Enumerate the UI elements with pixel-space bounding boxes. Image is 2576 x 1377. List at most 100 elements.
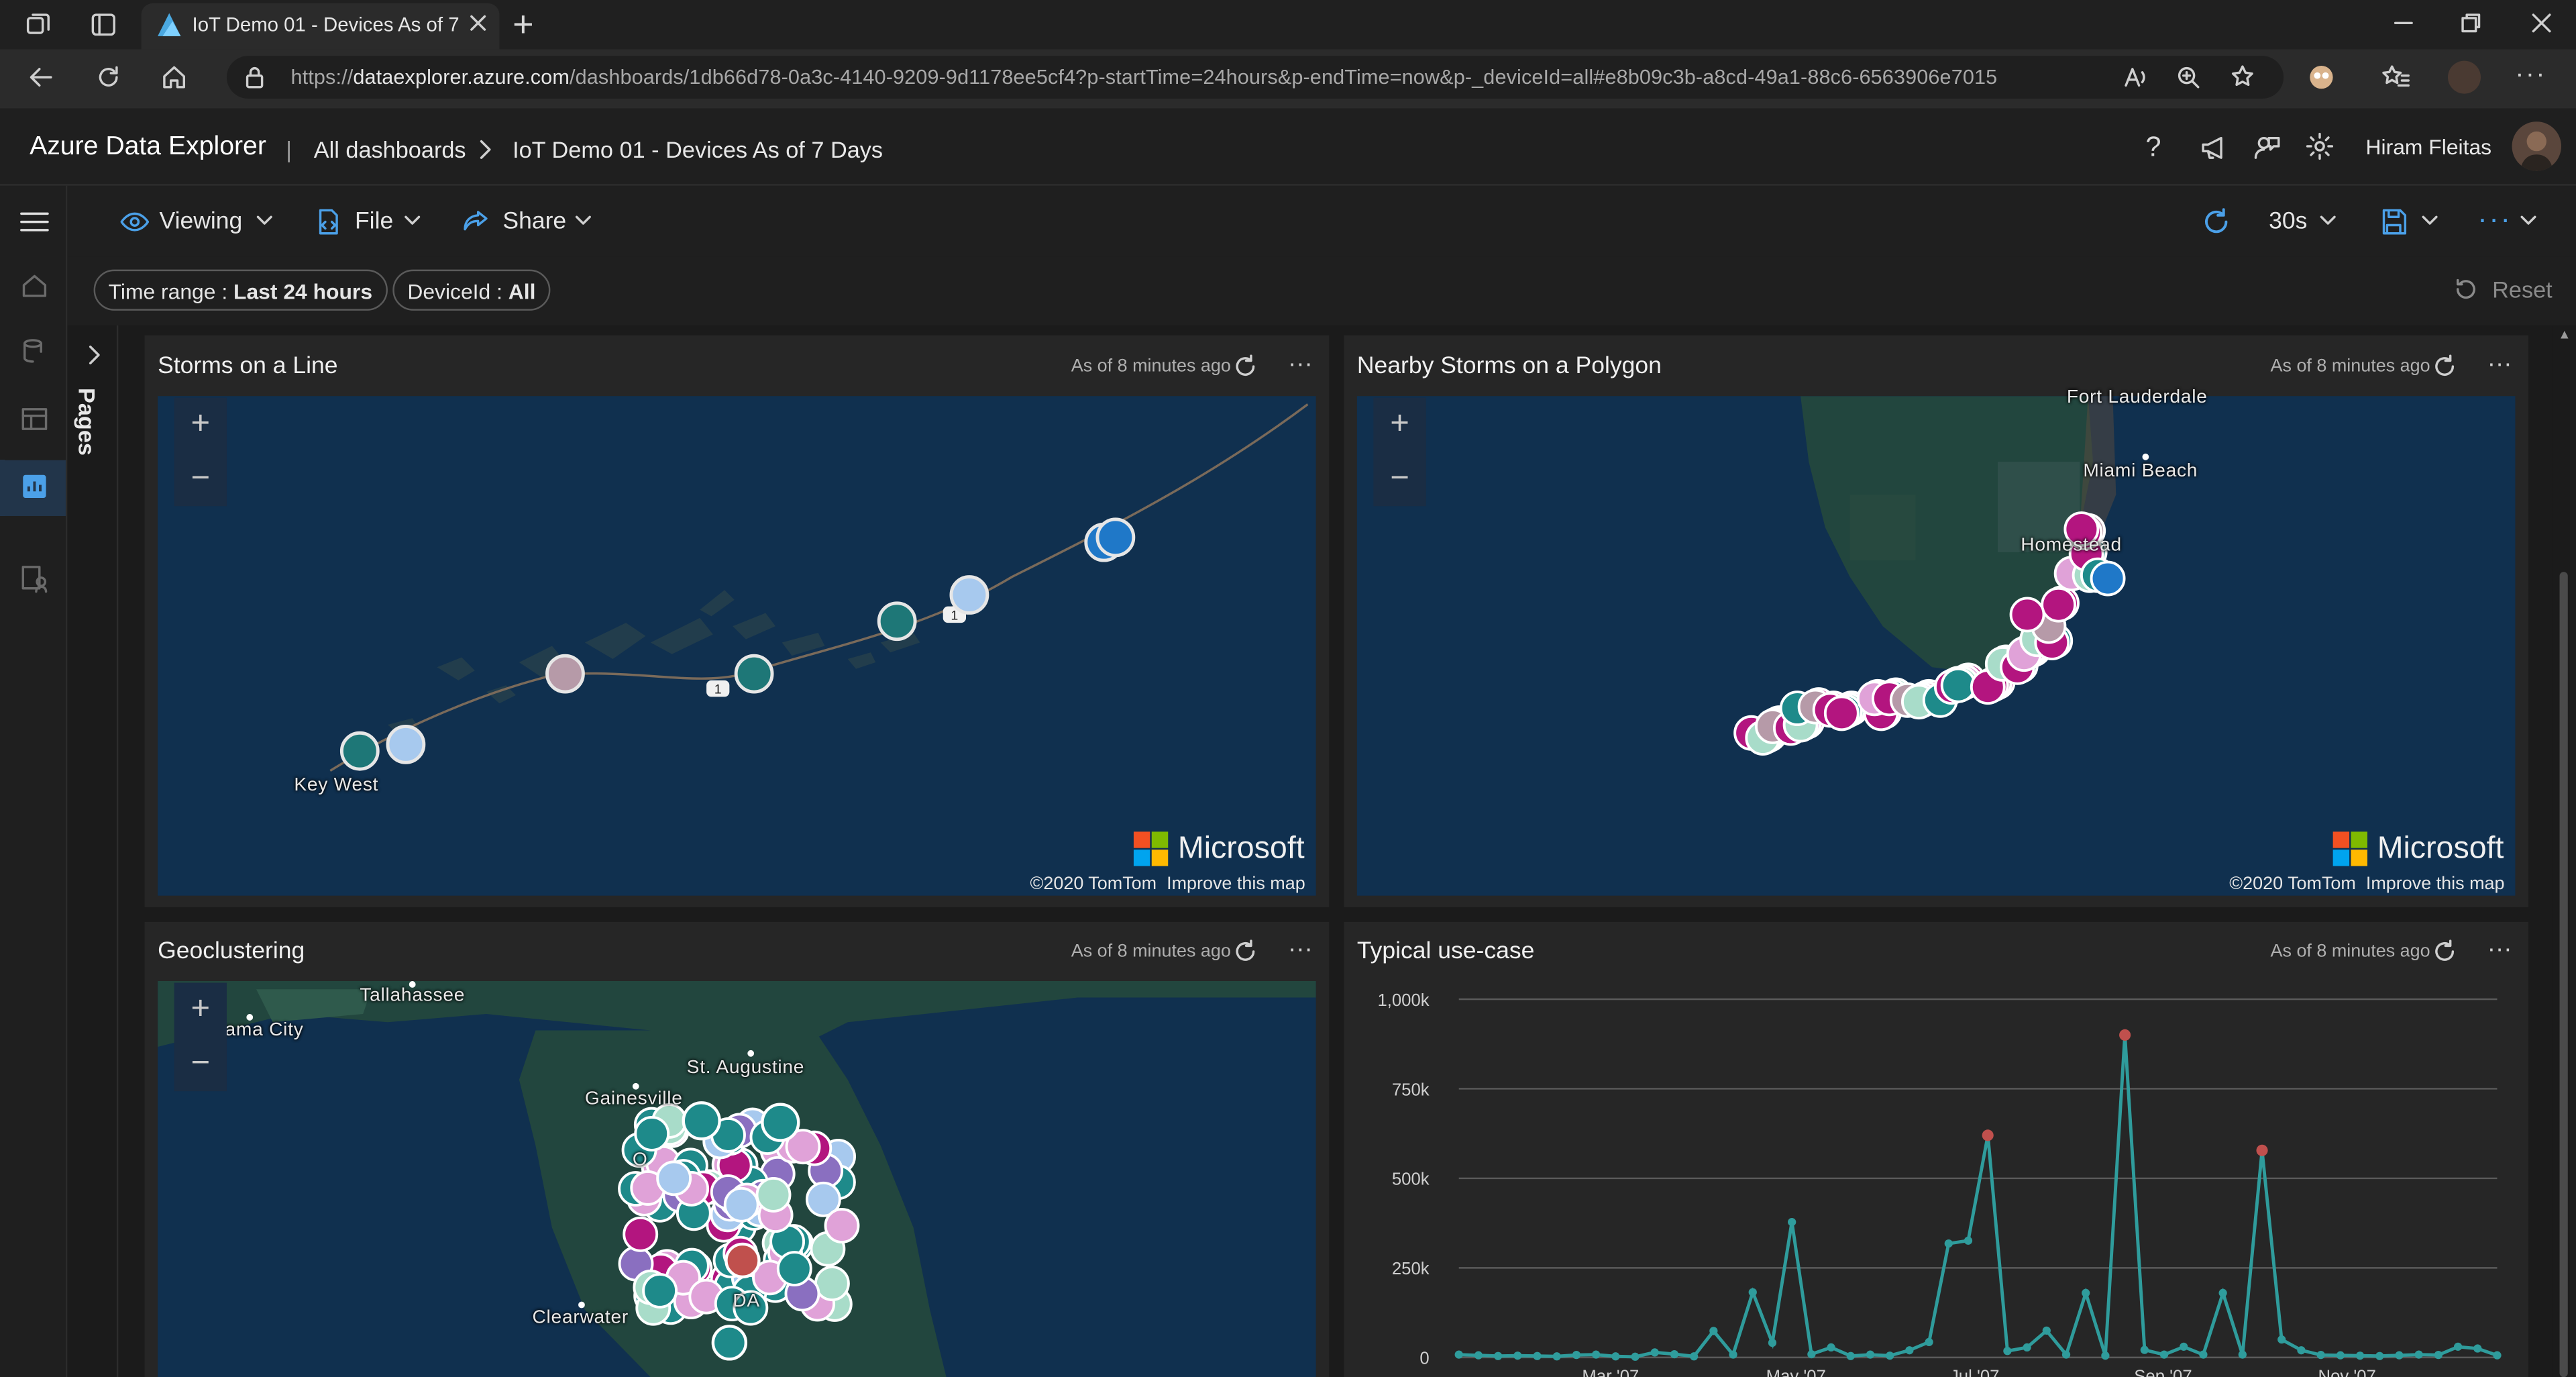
- extension-icon[interactable]: [2306, 62, 2336, 92]
- chevron-down-icon[interactable]: [2420, 212, 2439, 228]
- data-point: [2453, 1342, 2463, 1351]
- data-point: [1611, 1352, 1620, 1361]
- settings-gear-icon[interactable]: [2305, 132, 2334, 161]
- tile-timestamp: As of 8 minutes ago: [2270, 356, 2430, 376]
- data-point: [2493, 1351, 2502, 1360]
- x-tick-label: Sep '07: [2134, 1368, 2192, 1377]
- favorite-add-icon[interactable]: [2229, 62, 2259, 92]
- home-nav-icon[interactable]: [19, 271, 49, 301]
- pages-label[interactable]: Pages: [74, 388, 100, 456]
- cluster-marker: [634, 1116, 670, 1152]
- zoom-in-button[interactable]: +: [174, 983, 227, 1037]
- hamburger-menu-icon[interactable]: [18, 207, 51, 237]
- storm-marker: [877, 601, 917, 642]
- line-chart[interactable]: 0 250k 500k 750k 1,000k Mar '07 May '07 Jul '07…: [1344, 981, 2528, 1377]
- data-point: [1533, 1352, 1542, 1360]
- storm-marker: [1940, 667, 1976, 703]
- zoom-icon[interactable]: [2175, 64, 2201, 91]
- close-window-icon[interactable]: [2530, 11, 2553, 34]
- tab-actions-icon[interactable]: [89, 10, 118, 40]
- expand-pages-icon[interactable]: [84, 344, 103, 366]
- url-text[interactable]: https://dataexplorer.azure.com/dashboard…: [290, 66, 1997, 89]
- storm-marker: [734, 654, 774, 694]
- y-tick-label: 250k: [1392, 1260, 1430, 1278]
- tile-refresh-icon[interactable]: [1232, 938, 1258, 964]
- tile-refresh-icon[interactable]: [2432, 354, 2458, 380]
- browser-menu-icon[interactable]: ···: [2515, 61, 2546, 91]
- reset-icon[interactable]: [2453, 276, 2479, 302]
- announcement-icon[interactable]: [2200, 133, 2229, 162]
- workspaces-icon[interactable]: [23, 10, 52, 40]
- user-avatar[interactable]: [2512, 121, 2561, 171]
- time-range-parameter[interactable]: Time range : Last 24 hours: [93, 269, 388, 311]
- help-icon[interactable]: ?: [2145, 132, 2161, 164]
- back-icon[interactable]: [26, 62, 56, 92]
- svg-text:1: 1: [714, 682, 722, 697]
- viewing-mode-button[interactable]: Viewing: [160, 209, 243, 235]
- tile-more-icon[interactable]: ···: [1288, 350, 1313, 378]
- zoom-out-button[interactable]: −: [1373, 452, 1426, 506]
- reload-icon[interactable]: [94, 62, 123, 92]
- storm-marker: [949, 575, 989, 615]
- new-tab-button[interactable]: +: [513, 3, 533, 46]
- map-geoclustering[interactable]: [158, 981, 1316, 1377]
- favorites-icon[interactable]: [2381, 62, 2410, 92]
- breadcrumb-all-dashboards[interactable]: All dashboards: [314, 136, 466, 162]
- scrollbar[interactable]: ▲: [2553, 325, 2576, 1377]
- monitor-nav-icon[interactable]: [19, 564, 49, 593]
- storm-marker: [545, 654, 585, 694]
- data-point: [1650, 1348, 1659, 1357]
- query-nav-icon[interactable]: [19, 404, 49, 434]
- improve-map-link[interactable]: Improve this map: [2366, 874, 2505, 894]
- data-point: [2003, 1347, 2012, 1356]
- tile-title: Geoclustering: [158, 938, 305, 965]
- zoom-in-button[interactable]: +: [174, 398, 227, 452]
- cluster-marker: [724, 1242, 761, 1279]
- user-name[interactable]: Hiram Fleitas: [2366, 135, 2492, 160]
- save-icon[interactable]: [2379, 207, 2408, 237]
- data-point: [1552, 1352, 1561, 1361]
- route-shield: 1: [706, 680, 730, 697]
- refresh-interval-select[interactable]: 30s: [2269, 209, 2307, 235]
- zoom-out-button[interactable]: −: [174, 452, 227, 506]
- share-icon: [462, 207, 491, 237]
- feedback-icon[interactable]: [2253, 133, 2282, 162]
- map-storms-on-a-line[interactable]: 1 1: [158, 396, 1316, 896]
- minimize-icon[interactable]: [2392, 10, 2415, 36]
- tile-refresh-icon[interactable]: [2432, 938, 2458, 964]
- data-point: [1768, 1338, 1777, 1347]
- map-nearby-storms[interactable]: [1356, 396, 2516, 896]
- chevron-down-icon[interactable]: [574, 212, 593, 228]
- tile-more-icon[interactable]: ···: [2487, 935, 2512, 963]
- file-menu-button[interactable]: File: [355, 209, 393, 235]
- improve-map-link[interactable]: Improve this map: [1167, 874, 1305, 894]
- app-brand[interactable]: Azure Data Explorer: [30, 133, 266, 162]
- close-tab-icon[interactable]: [467, 11, 490, 34]
- chevron-down-icon[interactable]: [2318, 212, 2338, 228]
- chevron-down-icon[interactable]: [255, 212, 274, 228]
- map-label-tallahassee: Tallahassee: [360, 986, 466, 1006]
- data-nav-icon[interactable]: [19, 337, 49, 366]
- chevron-down-icon[interactable]: [2518, 212, 2538, 228]
- share-menu-button[interactable]: Share: [502, 209, 566, 235]
- dashboard-nav-icon[interactable]: [19, 472, 49, 501]
- profile-avatar[interactable]: [2448, 60, 2481, 94]
- refresh-icon[interactable]: [2200, 205, 2233, 238]
- zoom-out-button[interactable]: −: [174, 1037, 227, 1091]
- restore-icon[interactable]: [2459, 11, 2482, 34]
- tile-refresh-icon[interactable]: [1232, 354, 1258, 380]
- reset-button[interactable]: Reset: [2492, 276, 2553, 302]
- microsoft-brand: Microsoft: [1177, 831, 1305, 866]
- zoom-in-button[interactable]: +: [1373, 398, 1426, 452]
- tile-more-icon[interactable]: ···: [1288, 935, 1313, 963]
- data-point: [1846, 1352, 1855, 1360]
- more-options-icon[interactable]: ···: [2477, 202, 2512, 236]
- tile-more-icon[interactable]: ···: [2487, 350, 2512, 378]
- lock-icon[interactable]: [243, 64, 266, 91]
- read-aloud-icon[interactable]: [2123, 64, 2149, 91]
- home-icon[interactable]: [160, 62, 189, 92]
- chevron-down-icon[interactable]: [402, 212, 422, 228]
- deviceid-parameter[interactable]: DeviceId : All: [392, 269, 551, 311]
- data-point: [2473, 1344, 2482, 1353]
- data-point: [2180, 1342, 2188, 1351]
